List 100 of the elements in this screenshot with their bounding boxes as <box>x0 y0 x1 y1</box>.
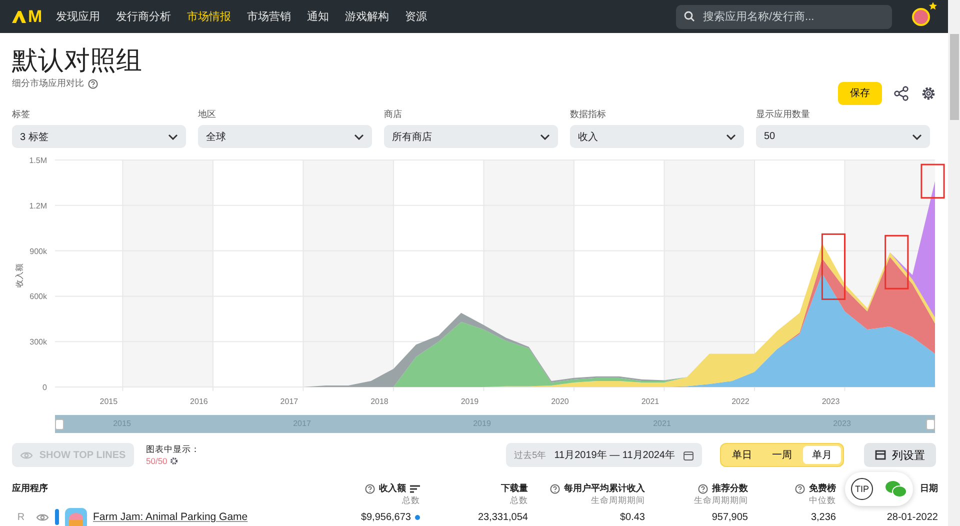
sort-icon[interactable] <box>410 484 420 492</box>
calendar-icon <box>683 450 694 461</box>
search-icon <box>684 11 695 22</box>
chevron-down-icon <box>168 134 178 140</box>
filter-select[interactable]: 3 标签 <box>12 125 186 148</box>
filter-select[interactable]: 全球 <box>198 125 372 148</box>
column-header[interactable]: 收入额 <box>365 482 420 495</box>
column-subheader: 总数 <box>402 495 420 507</box>
date-range-field[interactable]: 过去5年 11月2019年 — 11月2024年 <box>506 443 702 468</box>
rank-label: R <box>16 512 26 522</box>
dot-icon <box>415 514 420 520</box>
y-axis-label: 收入额 <box>15 264 24 288</box>
column-header[interactable]: 应用程序 <box>12 482 48 495</box>
column-header[interactable]: 每用户平均累计收入 <box>550 482 645 495</box>
column-header[interactable]: 免费榜 <box>795 482 836 495</box>
filter-select[interactable]: 50 <box>756 125 930 148</box>
x-tick-label: 2017 <box>280 397 298 406</box>
filter-label: 数据指标 <box>570 108 607 122</box>
help-icon[interactable] <box>550 484 560 494</box>
help-icon[interactable] <box>365 484 375 494</box>
series-bar <box>55 509 59 525</box>
x-tick-label: 2021 <box>641 397 660 406</box>
help-icon[interactable] <box>698 484 708 494</box>
x-tick-label: 2023 <box>822 397 840 406</box>
shown-label: 图表中显示： <box>146 444 200 456</box>
filter-label: 显示应用数量 <box>756 108 811 122</box>
highlight-box <box>884 234 909 290</box>
range-preset-label: 过去5年 <box>514 448 546 462</box>
table-cell: 3,236 <box>810 512 836 522</box>
help-icon[interactable] <box>795 484 805 494</box>
nav-item[interactable]: 发现应用 <box>56 9 100 24</box>
filter-label: 地区 <box>198 108 217 122</box>
star-icon <box>929 2 937 10</box>
eye-icon <box>20 450 34 460</box>
chevron-down-icon <box>912 134 922 140</box>
x-tick-label: 2022 <box>732 397 750 406</box>
table-cell: 957,905 <box>712 512 748 522</box>
scrollbar[interactable] <box>948 0 960 526</box>
table-cell: 28-01-2022 <box>886 512 938 522</box>
nav-item[interactable]: 资源 <box>405 9 428 24</box>
nav-item[interactable]: 市场营销 <box>247 9 292 24</box>
help-icon[interactable] <box>88 78 98 89</box>
column-subheader: 生命周期期间 <box>694 495 748 507</box>
y-tick-label: 600k <box>30 292 47 302</box>
search-field[interactable]: 搜索应用名称/发行商... <box>676 4 892 29</box>
chat-icon[interactable] <box>885 480 907 498</box>
column-subheader: 生命周期期间 <box>591 495 645 507</box>
columns-icon <box>875 450 886 460</box>
nav-item[interactable]: 游戏解构 <box>345 9 390 24</box>
save-button[interactable]: 保存 <box>838 82 882 105</box>
range-handle[interactable] <box>926 418 935 430</box>
y-tick-label: 1.5M <box>29 156 47 166</box>
x-tick-label: 2015 <box>100 397 118 406</box>
y-tick-label: 300k <box>30 338 47 347</box>
tip-button[interactable]: TIP <box>851 478 873 500</box>
column-header[interactable]: 下载量 <box>501 482 528 495</box>
app-name-link[interactable]: Farm Jam: Animal Parking Game <box>93 511 248 523</box>
filter-label: 标签 <box>12 108 31 122</box>
x-tick-label: 2020 <box>551 397 569 406</box>
highlight-box <box>821 233 846 300</box>
scrollbar-thumb[interactable] <box>950 34 958 120</box>
column-subheader: 中位数 <box>809 495 836 507</box>
page-subtitle: 细分市场应用对比 <box>12 77 84 90</box>
logo-text[interactable]: M <box>28 6 42 27</box>
filter-select[interactable]: 所有商店 <box>384 125 558 148</box>
column-subheader: 总数 <box>510 495 528 507</box>
nav-item[interactable]: 发行商分析 <box>116 9 172 24</box>
x-tick-label: 2019 <box>460 397 479 406</box>
x-tick-label: 2018 <box>370 397 388 406</box>
logo-icon[interactable] <box>12 10 26 23</box>
y-tick-label: 900k <box>30 246 47 256</box>
shown-count: 50/50 <box>146 456 168 466</box>
gear-icon[interactable] <box>170 457 178 466</box>
x-tick-label: 2016 <box>190 397 208 406</box>
search-input[interactable]: 搜索应用名称/发行商... <box>701 10 881 24</box>
table-cell: 23,331,054 <box>478 512 528 522</box>
y-tick-label: 1.2M <box>29 201 47 210</box>
filter-label: 商店 <box>384 108 403 122</box>
filter-select[interactable]: 收入 <box>570 125 744 148</box>
granularity-option[interactable]: 单月 <box>803 446 841 464</box>
settings-icon[interactable] <box>921 86 936 101</box>
highlight-box <box>920 164 945 199</box>
column-header[interactable]: 推荐分数 <box>698 482 748 495</box>
eye-icon <box>36 512 49 522</box>
share-icon[interactable] <box>894 86 909 101</box>
chevron-down-icon <box>354 134 364 140</box>
nav-item[interactable]: 市场情报 <box>187 9 232 24</box>
granularity-option[interactable]: 单日 <box>723 446 761 464</box>
range-handle[interactable] <box>55 418 64 430</box>
column-settings-button[interactable]: 列设置 <box>864 443 936 468</box>
table-cell: $9,956,673 <box>360 512 411 522</box>
date-range-text: 11月2019年 — 11月2024年 <box>554 449 675 462</box>
column-header[interactable]: 日期 <box>920 482 938 495</box>
app-icon <box>65 508 87 526</box>
granularity-option[interactable]: 一周 <box>763 446 801 464</box>
avatar[interactable] <box>912 8 930 26</box>
table-cell: $0.43 <box>620 512 645 522</box>
y-tick-label: 0 <box>42 383 47 392</box>
nav-item[interactable]: 通知 <box>307 9 330 24</box>
page-title: 默认对照组 <box>12 45 142 76</box>
